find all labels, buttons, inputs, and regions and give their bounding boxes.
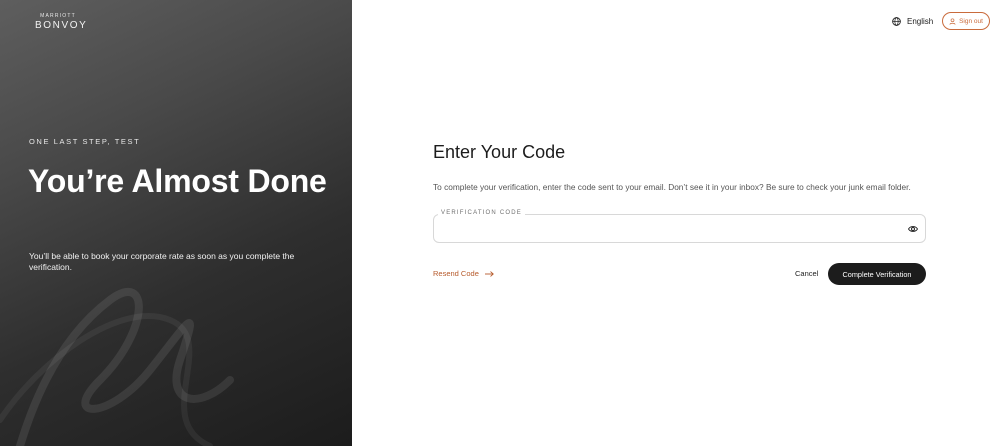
hero-title: You’re Almost Done [28,163,327,199]
complete-verification-button[interactable]: Complete Verification [828,263,926,285]
decorative-swirl [0,288,234,446]
cancel-button[interactable]: Cancel [795,269,818,278]
logo-bottom-text: BONVOY [35,20,88,31]
form-description: To complete your verification, enter the… [433,182,911,192]
language-selector[interactable]: English [892,17,933,26]
hero-panel: MARRIOTT BONVOY ONE LAST STEP, TEST You’… [0,0,352,446]
resend-code-label: Resend Code [433,269,479,278]
verification-code-input[interactable] [442,221,902,237]
globe-icon [892,17,901,26]
arrow-right-icon [484,270,494,277]
logo-top-text: MARRIOTT [40,13,76,19]
user-icon [949,17,956,25]
sign-out-label: Sign out [959,17,983,25]
hero-eyebrow: ONE LAST STEP, TEST [29,137,141,146]
form-title: Enter Your Code [433,142,566,162]
brand-logo[interactable]: MARRIOTT BONVOY [35,13,88,31]
resend-code-link[interactable]: Resend Code [433,269,494,278]
sign-out-button[interactable]: Sign out [942,12,990,30]
language-label: English [907,17,934,26]
verification-code-field[interactable]: VERIFICATION CODE [433,210,926,243]
eye-icon[interactable] [908,224,918,234]
hero-subtitle: You’ll be able to book your corporate ra… [29,251,295,272]
verification-code-label: VERIFICATION CODE [438,210,525,216]
